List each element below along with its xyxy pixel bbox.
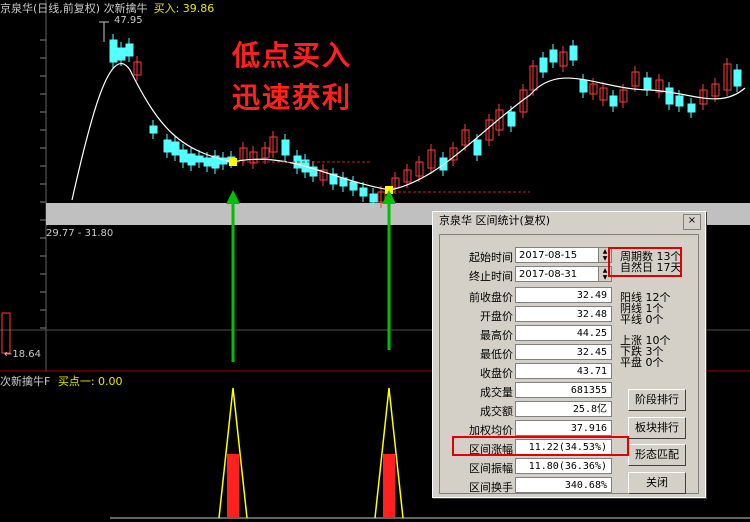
candle-body (549, 49, 558, 63)
stat-label: 区间振幅 (469, 462, 513, 475)
stat-value: 32.45 (515, 344, 612, 360)
candle-body (609, 95, 618, 107)
dialog-title: 京泉华 区间统计(复权) (433, 212, 705, 230)
stat-row: 区间振幅 11.80(36.36%) (440, 458, 615, 476)
flat-line-count: 平线 0个 (620, 313, 664, 326)
candle-body (163, 139, 172, 153)
candle-body (675, 95, 684, 107)
indicator-title: 次新擒牛F 买点一: 0.00 (0, 373, 123, 389)
stat-label: 区间换手 (469, 481, 513, 494)
stat-row: 区间换手 340.68% (440, 477, 615, 495)
start-time-input[interactable]: 2017-08-15 ▲ ▼ (515, 247, 612, 263)
range-gain-highlight-box (452, 436, 629, 456)
end-time-input[interactable]: 2017-08-31 ▲ ▼ (515, 266, 612, 282)
low-candle (1, 312, 11, 354)
signal-bar (383, 454, 395, 518)
stat-value: 44.25 (515, 325, 612, 341)
stat-row: 成交量 681355 (440, 382, 615, 400)
range-stats-dialog[interactable]: 京泉华 区间统计(复权) × 起始时间 2017-08-15 ▲ ▼ 终止时间 2… (432, 211, 706, 498)
candle-body (187, 153, 196, 166)
candle-body (579, 79, 588, 93)
candle-body (125, 43, 134, 57)
buy-price-label: 买入: 39.86 (153, 2, 215, 15)
stat-label: 最高价 (480, 329, 513, 342)
dialog-panel: 起始时间 2017-08-15 ▲ ▼ 终止时间 2017-08-31 ▲ ▼ 前收… (439, 234, 699, 494)
stat-value: 32.48 (515, 306, 612, 322)
stat-row: 成交额 25.8亿 (440, 401, 615, 419)
period-highlight-box (608, 247, 682, 277)
buy-point-marker (229, 158, 237, 166)
high-price-label: 47.95 (114, 15, 143, 26)
candle-body (195, 155, 204, 163)
candle-body (179, 149, 188, 163)
candle-body (369, 193, 378, 203)
stat-value: 37.916 (515, 420, 612, 436)
stat-row: 收盘价 43.71 (440, 363, 615, 381)
candle-body (643, 77, 652, 91)
stat-label: 前收盘价 (469, 291, 513, 304)
candle-body (359, 187, 368, 197)
stat-row: 前收盘价 32.49 (440, 287, 615, 305)
candle-body (473, 139, 482, 156)
candle-body (665, 87, 674, 105)
stat-label: 成交量 (480, 386, 513, 399)
end-time-value: 2017-08-31 (519, 269, 578, 280)
candle-body (569, 45, 578, 61)
range-price-label: 29.77 - 31.80 (46, 228, 114, 239)
low-price-label: ←18.64 (4, 349, 42, 360)
stat-row: 最低价 32.45 (440, 344, 615, 362)
headline-quick-profit: 迅速获利 (232, 81, 353, 114)
stat-row: 开盘价 32.48 (440, 306, 615, 324)
indicator-name: 次新擒牛F (0, 375, 51, 388)
chart-title-bar: 京泉华(日线,前复权) 次新擒牛 买入: 39.86 (0, 0, 214, 16)
stock-title: 京泉华(日线,前复权) 次新擒牛 (0, 2, 148, 15)
candle-body (171, 141, 180, 156)
candle-body (109, 39, 118, 63)
stat-value: 340.68% (515, 477, 612, 493)
start-time-row: 起始时间 2017-08-15 ▲ ▼ (440, 247, 615, 265)
stat-value: 25.8亿 (515, 401, 612, 417)
stage-rank-button[interactable]: 阶段排行 (628, 389, 686, 411)
candle-body (281, 139, 290, 156)
start-time-value: 2017-08-15 (519, 250, 578, 261)
indicator-value: 买点一: 0.00 (57, 375, 123, 388)
candle-body (203, 157, 212, 167)
stat-row: 最高价 44.25 (440, 325, 615, 343)
stat-label: 成交额 (480, 405, 513, 418)
stat-value: 681355 (515, 382, 612, 398)
stat-value: 43.71 (515, 363, 612, 379)
stat-label: 开盘价 (480, 310, 513, 323)
close-button[interactable]: 关闭 (628, 472, 686, 494)
dialog-close-icon[interactable]: × (683, 214, 701, 230)
candle-body (149, 125, 158, 134)
end-time-label: 终止时间 (469, 270, 513, 283)
stat-value: 32.49 (515, 287, 612, 303)
candle-body (733, 69, 742, 87)
candle-body (539, 57, 548, 73)
end-time-row: 终止时间 2017-08-31 ▲ ▼ (440, 266, 615, 284)
candle-body (349, 181, 358, 191)
candle-body (117, 47, 126, 61)
sector-rank-button[interactable]: 板块排行 (628, 417, 686, 439)
candle-body (687, 103, 696, 113)
signal-bar (227, 454, 239, 518)
pattern-match-button[interactable]: 形态匹配 (628, 444, 686, 466)
candle-body (507, 111, 516, 127)
stat-value: 11.80(36.36%) (515, 458, 612, 474)
headline-buy-low: 低点买入 (232, 39, 353, 72)
flat-days-count: 平盘 0个 (620, 356, 664, 369)
start-time-label: 起始时间 (469, 251, 513, 264)
stat-label: 最低价 (480, 348, 513, 361)
stat-label: 收盘价 (480, 367, 513, 380)
green-arrow-head (226, 190, 240, 204)
